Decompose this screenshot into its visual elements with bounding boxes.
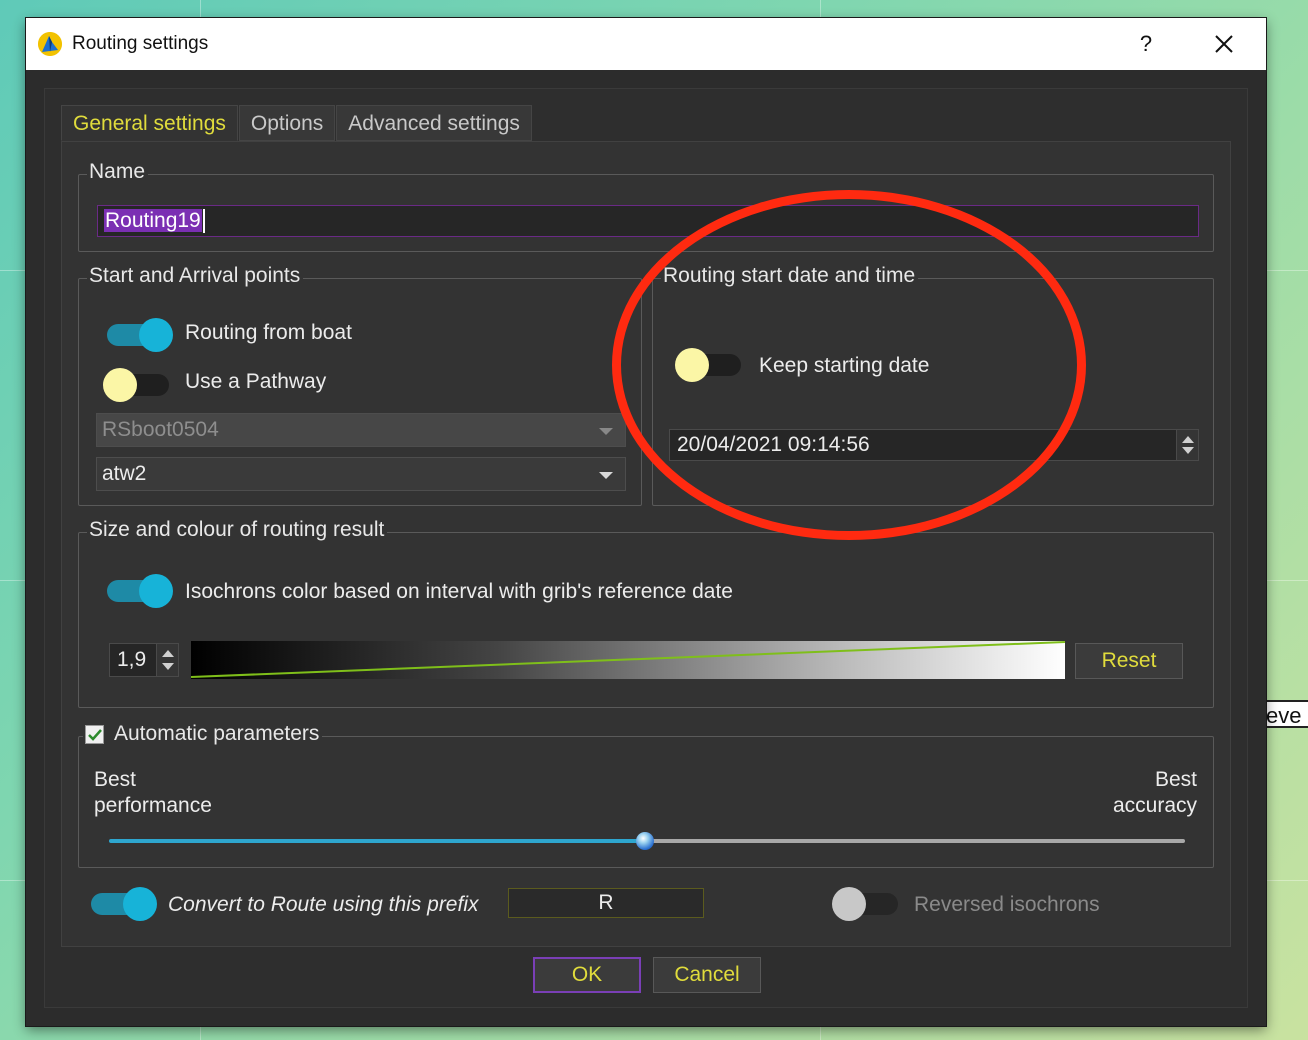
start-arrival-group-title: Start and Arrival points [87, 263, 304, 289]
keep-starting-date-toggle[interactable] [675, 347, 745, 383]
automatic-parameters-group: Automatic parameters Best performance Be… [78, 721, 1214, 868]
tab-options[interactable]: Options [238, 105, 336, 141]
convert-route-toggle[interactable] [89, 886, 159, 922]
arrow-up-icon [162, 650, 174, 657]
cancel-button[interactable]: Cancel [653, 957, 761, 993]
title-bar: Routing settings ? [26, 18, 1266, 70]
arrow-down-icon [1182, 447, 1194, 454]
isochron-color-gradient[interactable] [191, 641, 1065, 679]
automatic-parameters-checkbox[interactable] [85, 724, 104, 744]
tab-bar: General settings Options Advanced settin… [61, 105, 533, 141]
routing-from-boat-toggle[interactable] [105, 317, 175, 353]
route-name-value: Routing19 [104, 209, 202, 232]
automatic-parameters-label: Automatic parameters [114, 722, 320, 745]
size-colour-group: Size and colour of routing result Isochr… [78, 517, 1214, 708]
help-button[interactable]: ? [1118, 18, 1174, 70]
toggle-knob [123, 887, 157, 921]
dialog-body: General settings Options Advanced settin… [44, 88, 1248, 1008]
boat-select[interactable]: atw2 [96, 457, 626, 491]
automatic-parameters-title: Automatic parameters [83, 721, 323, 747]
routing-settings-dialog: Routing settings ? General settings Opti… [26, 18, 1266, 1026]
toggle-knob [139, 574, 173, 608]
best-performance-label-line2: performance [94, 794, 212, 817]
best-performance-label-line1: Best [94, 768, 137, 791]
checkmark-icon [88, 728, 102, 741]
start-arrival-group: Start and Arrival points Routing from bo… [78, 263, 642, 506]
start-datetime-input[interactable]: 20/04/2021 09:14:56 [669, 429, 1199, 461]
routing-start-date-group: Routing start date and time Keep startin… [652, 263, 1214, 506]
app-logo-icon [38, 32, 62, 56]
size-colour-group-title: Size and colour of routing result [87, 517, 388, 543]
line-width-value: 1,9 [117, 648, 147, 671]
datetime-spin-arrows[interactable] [1176, 430, 1198, 460]
slider-track-empty [645, 839, 1185, 843]
general-settings-panel: Name Routing19 Start and Arrival points … [61, 141, 1231, 947]
tab-advanced-settings[interactable]: Advanced settings [336, 105, 532, 141]
line-width-spinbox[interactable]: 1,9 [109, 643, 179, 677]
start-datetime-value: 20/04/2021 09:14:56 [677, 433, 870, 456]
pathway-select-value: RSboot0504 [102, 418, 219, 441]
toggle-knob [675, 348, 709, 382]
name-group-title: Name [87, 159, 149, 185]
routing-start-date-group-title: Routing start date and time [661, 263, 919, 289]
ok-button[interactable]: OK [533, 957, 641, 993]
reversed-isochrons-label: Reversed isochrons [914, 893, 1100, 916]
reset-gradient-button[interactable]: Reset [1075, 643, 1183, 679]
pathway-select[interactable]: RSboot0504 [96, 413, 626, 447]
text-caret [202, 209, 205, 234]
convert-route-label: Convert to Route using this prefix [168, 893, 479, 916]
arrow-up-icon [1182, 436, 1194, 443]
toggle-knob [103, 368, 137, 402]
chevron-down-icon [599, 472, 613, 479]
keep-starting-date-label: Keep starting date [759, 354, 930, 377]
toggle-knob [832, 887, 866, 921]
route-prefix-input[interactable]: R [508, 888, 704, 918]
chevron-down-icon [599, 428, 613, 435]
isochron-color-label: Isochrons color based on interval with g… [185, 580, 733, 603]
width-spin-arrows[interactable] [156, 644, 178, 676]
toggle-knob [139, 318, 173, 352]
close-icon [1215, 35, 1233, 53]
tab-general-settings[interactable]: General settings [61, 105, 238, 141]
close-button[interactable] [1196, 18, 1252, 70]
gradient-curve [191, 641, 1065, 678]
arrow-down-icon [162, 663, 174, 670]
performance-accuracy-slider[interactable] [636, 832, 654, 850]
boat-select-value: atw2 [102, 462, 147, 485]
best-accuracy-label-line2: accuracy [1112, 794, 1197, 817]
best-accuracy-label-line1: Best [1154, 768, 1197, 791]
name-group: Name Routing19 [78, 159, 1214, 252]
reversed-isochrons-toggle[interactable] [832, 886, 902, 922]
map-label-fragment: eve [1264, 700, 1308, 728]
use-pathway-toggle[interactable] [103, 367, 173, 403]
window-title: Routing settings [72, 33, 209, 54]
route-name-input[interactable]: Routing19 [97, 205, 1199, 237]
use-pathway-label: Use a Pathway [185, 370, 327, 393]
isochron-color-toggle[interactable] [105, 573, 175, 609]
routing-from-boat-label: Routing from boat [185, 321, 352, 344]
slider-track-filled [109, 839, 645, 843]
